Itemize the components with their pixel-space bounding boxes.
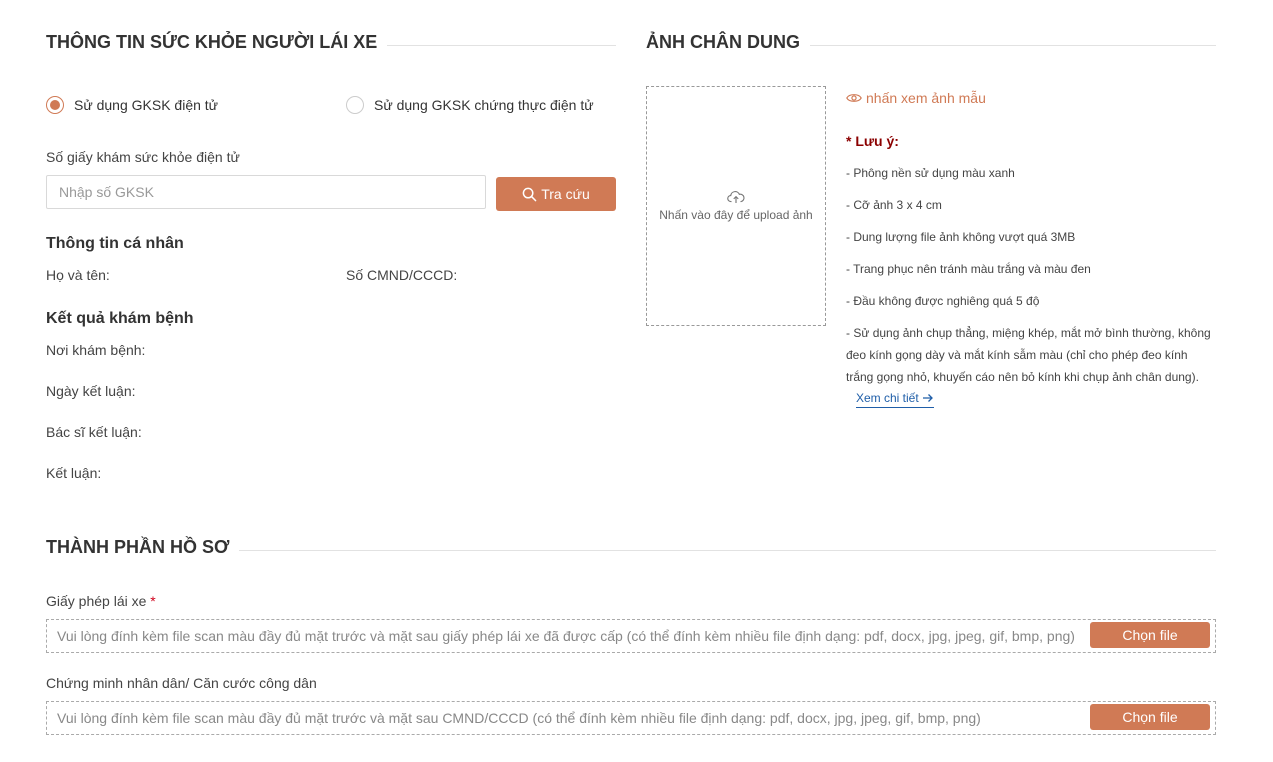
gksk-number-input[interactable] bbox=[46, 175, 486, 209]
search-button[interactable]: Tra cứu bbox=[496, 177, 616, 211]
radio-label: Sử dụng GKSK chứng thực điện tử bbox=[374, 97, 594, 113]
license-file-dropzone[interactable]: Vui lòng đính kèm file scan màu đầy đủ m… bbox=[46, 619, 1216, 653]
conclusion-label: Kết luận: bbox=[46, 465, 102, 481]
note-item: - Sử dụng ảnh chụp thẳng, miệng khép, mắ… bbox=[846, 326, 1211, 384]
portrait-section-title: ẢNH CHÂN DUNG bbox=[646, 32, 1216, 53]
search-icon bbox=[522, 187, 537, 201]
health-section-title: THÔNG TIN SỨC KHỎE NGƯỜI LÁI XE bbox=[46, 32, 616, 53]
id-number-label: Số CMND/CCCD: bbox=[346, 267, 458, 283]
gksk-number-label: Số giấy khám sức khỏe điện tử bbox=[46, 149, 240, 165]
personal-info-heading: Thông tin cá nhân bbox=[46, 235, 184, 252]
dossier-section-title-text: THÀNH PHẦN HỒ SƠ bbox=[46, 537, 230, 557]
radio-checked-icon bbox=[46, 96, 64, 114]
doctor-label: Bác sĩ kết luận: bbox=[46, 424, 142, 440]
license-choose-file-button[interactable]: Chọn file bbox=[1090, 622, 1210, 648]
radio-gksk-certified[interactable]: Sử dụng GKSK chứng thực điện tử bbox=[346, 96, 594, 114]
sample-link-text: nhấn xem ảnh mẫu bbox=[866, 90, 986, 106]
exam-result-heading: Kết quả khám bệnh bbox=[46, 310, 194, 327]
conclusion-date-label: Ngày kết luận: bbox=[46, 383, 136, 399]
dossier-section-title: THÀNH PHẦN HỒ SƠ bbox=[46, 537, 1216, 558]
note-item: - Đầu không được nghiêng quá 5 độ bbox=[846, 294, 1040, 308]
id-card-file-hint: Vui lòng đính kèm file scan màu đầy đủ m… bbox=[57, 710, 981, 726]
search-button-label: Tra cứu bbox=[541, 186, 590, 202]
divider bbox=[810, 45, 1216, 46]
radio-label: Sử dụng GKSK điện tử bbox=[74, 97, 219, 113]
note-item: - Dung lượng file ảnh không vượt quá 3MB bbox=[846, 230, 1076, 244]
divider bbox=[387, 45, 616, 46]
portrait-upload-area[interactable]: Nhấn vào đây để upload ảnh bbox=[646, 86, 826, 326]
license-label-text: Giấy phép lái xe bbox=[46, 593, 147, 609]
eye-icon bbox=[846, 94, 862, 102]
license-file-hint: Vui lòng đính kèm file scan màu đầy đủ m… bbox=[57, 628, 1075, 644]
id-card-label: Chứng minh nhân dân/ Căn cước công dân bbox=[46, 675, 317, 691]
detail-link[interactable]: Xem chi tiết bbox=[856, 391, 934, 408]
required-mark: * bbox=[150, 593, 156, 609]
health-section-title-text: THÔNG TIN SỨC KHỎE NGƯỜI LÁI XE bbox=[46, 32, 378, 52]
cloud-upload-icon bbox=[727, 191, 745, 203]
portrait-section-title-text: ẢNH CHÂN DUNG bbox=[646, 32, 800, 52]
note-item: - Trang phục nên tránh màu trắng và màu … bbox=[846, 262, 1091, 276]
arrow-right-icon bbox=[922, 394, 933, 402]
note-item: - Cỡ ảnh 3 x 4 cm bbox=[846, 198, 942, 212]
exam-place-label: Nơi khám bệnh: bbox=[46, 342, 146, 358]
note-item: - Phông nền sử dụng màu xanh bbox=[846, 166, 1015, 180]
sample-photo-link[interactable]: nhấn xem ảnh mẫu bbox=[846, 90, 986, 106]
license-label: Giấy phép lái xe * bbox=[46, 593, 156, 609]
fullname-label: Họ và tên: bbox=[46, 267, 110, 283]
id-card-choose-file-button[interactable]: Chọn file bbox=[1090, 704, 1210, 730]
detail-link-text: Xem chi tiết bbox=[856, 391, 919, 405]
radio-gksk-electronic[interactable]: Sử dụng GKSK điện tử bbox=[46, 96, 218, 114]
radio-unchecked-icon bbox=[346, 96, 364, 114]
upload-text: Nhấn vào đây để upload ảnh bbox=[659, 208, 813, 222]
divider bbox=[239, 550, 1216, 551]
id-card-file-dropzone[interactable]: Vui lòng đính kèm file scan màu đầy đủ m… bbox=[46, 701, 1216, 735]
note-title: * Lưu ý: bbox=[846, 133, 899, 149]
